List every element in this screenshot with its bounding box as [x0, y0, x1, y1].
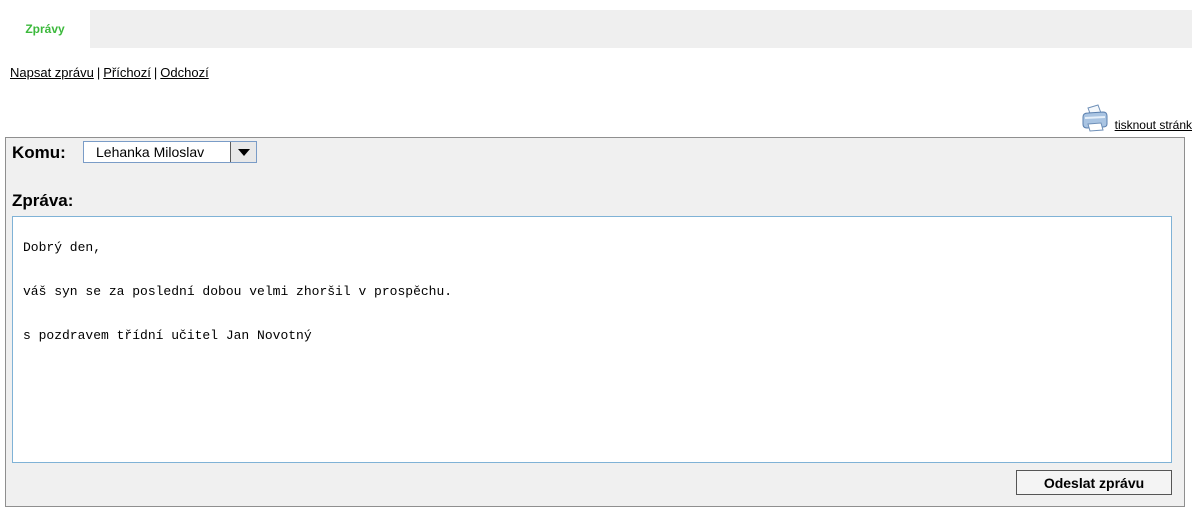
subnav-separator: | — [96, 65, 101, 80]
message-line: váš syn se za poslední dobou velmi zhorš… — [23, 284, 453, 299]
message-line: Dobrý den, — [23, 240, 102, 255]
printer-icon[interactable] — [1079, 103, 1109, 133]
tab-messages[interactable]: Zprávy — [0, 10, 90, 48]
dropdown-arrow-icon[interactable] — [230, 142, 256, 162]
outbox-link[interactable]: Odchozí — [160, 65, 208, 80]
print-page[interactable]: tisknout stránk — [1079, 103, 1192, 133]
recipient-label: Komu: — [12, 143, 66, 162]
message-label: Zpráva: — [12, 191, 74, 210]
recipient-select[interactable]: Lehanka Miloslav — [83, 141, 257, 163]
print-link[interactable]: tisknout stránk — [1115, 118, 1192, 132]
recipient-selected-value: Lehanka Miloslav — [96, 144, 205, 160]
send-message-button[interactable]: Odeslat zprávu — [1016, 470, 1172, 495]
messages-subnav: Napsat zprávu | Příchozí | Odchozí — [10, 65, 209, 80]
subnav-separator: | — [153, 65, 158, 80]
compose-message-link[interactable]: Napsat zprávu — [10, 65, 94, 80]
message-line: s pozdravem třídní učitel Jan Novotný — [23, 328, 312, 343]
inbox-link[interactable]: Příchozí — [103, 65, 151, 80]
message-textarea[interactable]: Dobrý den, váš syn se za poslední dobou … — [12, 216, 1172, 463]
tab-bar: Zprávy — [0, 10, 1192, 48]
compose-panel: Komu: Lehanka Miloslav Zpráva: Dobrý den… — [5, 137, 1185, 507]
